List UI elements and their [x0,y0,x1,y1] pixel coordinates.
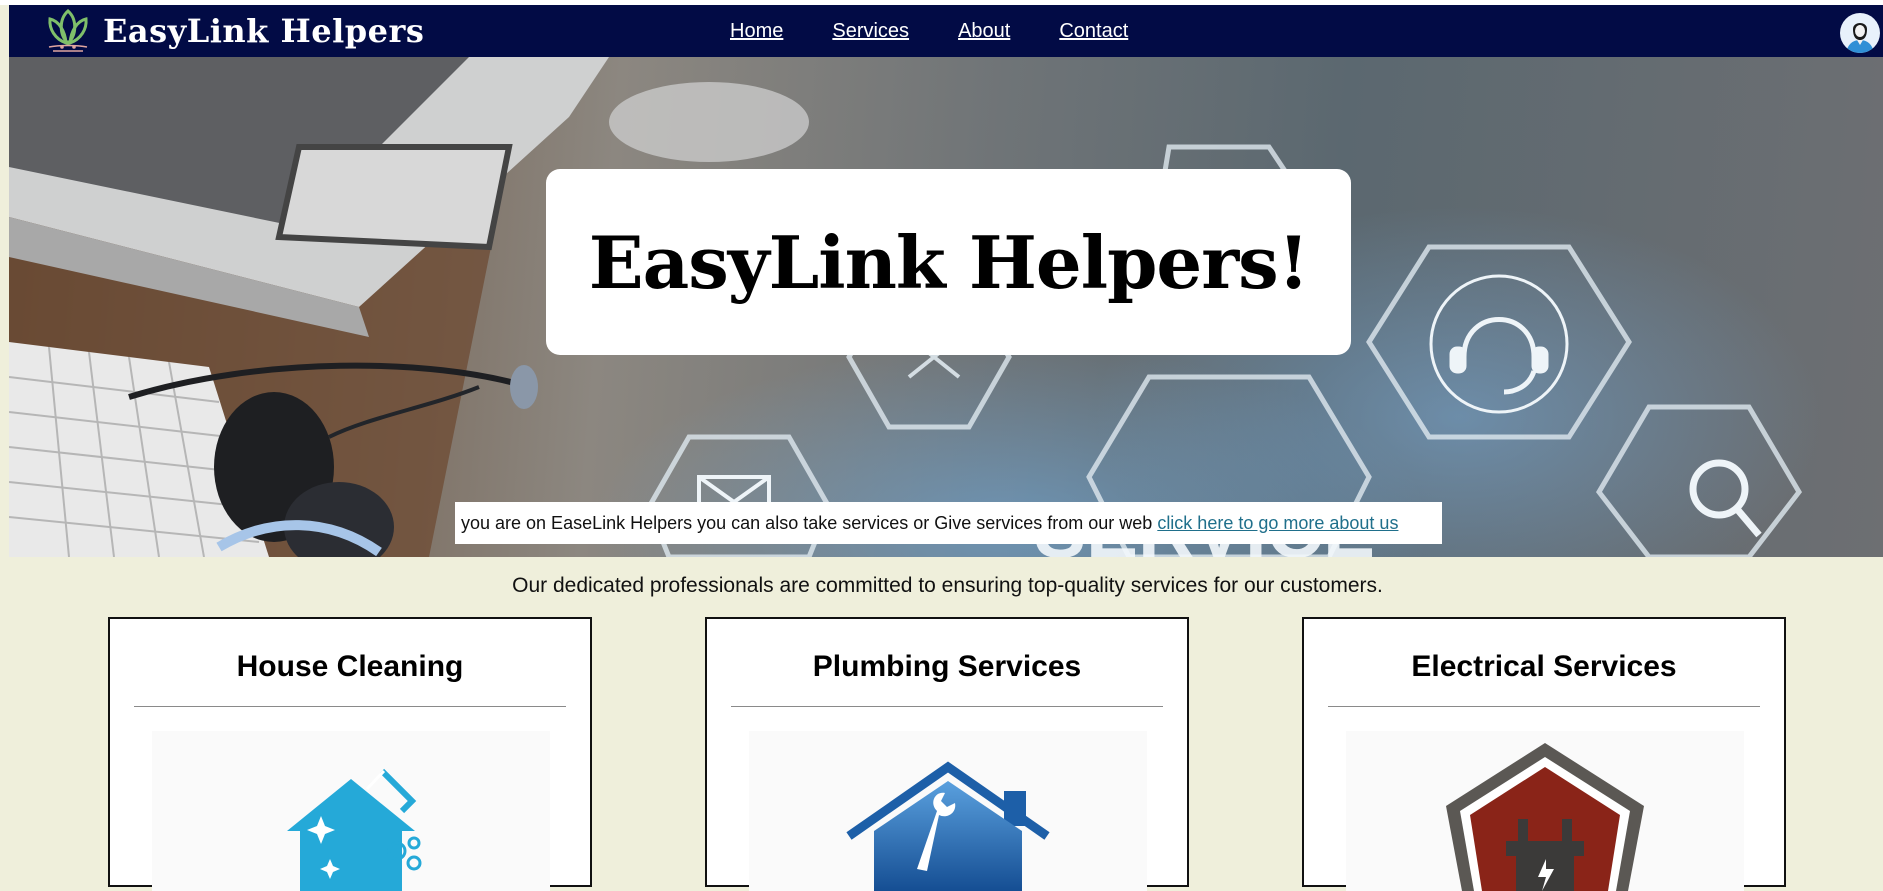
nav-link-contact[interactable]: Contact [1059,20,1128,43]
hero-info-text: you are on EaseLink Helpers you can also… [461,512,1153,533]
cleaning-house-icon [287,768,422,891]
about-us-link[interactable]: click here to go more about us [1157,513,1398,534]
search-hex [1595,404,1803,557]
hero-banner: SERVICE EasyLink Helpers! you are on Eas… [9,57,1883,557]
nav-link-about[interactable]: About [958,20,1010,43]
nav-link-services[interactable]: Services [832,20,909,43]
navbar: EasyLink Helpers Home Services About Con… [9,5,1883,57]
brand[interactable]: EasyLink Helpers [39,5,424,57]
nav-link-home[interactable]: Home [730,20,783,43]
card-divider [731,706,1163,707]
service-card-electrical[interactable]: Electrical Services [1302,617,1786,891]
headset-symbol-icon [1429,274,1569,414]
card-image [749,731,1147,891]
card-image [1346,731,1744,891]
hero-title: EasyLink Helpers! [588,219,1310,305]
card-title: Plumbing Services [812,650,1082,683]
card-divider [134,706,566,707]
tagline: Our dedicated professionals are committe… [512,574,1383,597]
card-title: Electrical Services [1411,650,1677,683]
electrical-plug-icon [1446,743,1644,891]
brand-name: EasyLink Helpers [103,12,425,50]
nav-links: Home Services About Contact [730,5,1177,57]
hero-info-strip: you are on EaseLink Helpers you can also… [455,502,1442,544]
lotus-logo-icon [48,8,88,52]
service-card-plumbing[interactable]: Plumbing Services [705,617,1189,891]
user-avatar-icon[interactable] [1840,13,1880,53]
search-symbol-icon [1689,459,1762,538]
card-title: House Cleaning [236,650,464,683]
card-divider [1328,706,1760,707]
service-card-house-cleaning[interactable]: House Cleaning [108,617,592,891]
card-image [152,731,550,891]
plumbing-house-icon [846,761,1050,891]
hero-title-box: EasyLink Helpers! [546,169,1351,355]
